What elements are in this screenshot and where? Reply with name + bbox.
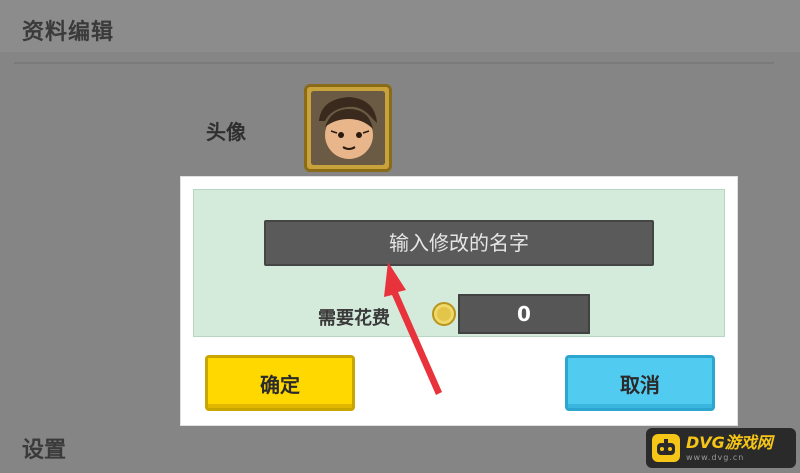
page-title: 资料编辑 [22, 20, 115, 45]
cancel-button[interactable]: 取消 [565, 355, 715, 411]
avatar-button[interactable] [304, 84, 392, 172]
cost-value: 0 [458, 294, 590, 334]
watermark-logo: DVG游戏网 www.dvg.cn [646, 428, 796, 468]
cost-label: 需要花费 [318, 308, 390, 329]
gamepad-icon [652, 434, 680, 462]
page-header: 资料编辑 [0, 0, 800, 52]
settings-section-title: 设置 [22, 438, 67, 463]
confirm-button[interactable]: 确定 [205, 355, 355, 411]
watermark-title: DVG游戏网 [686, 432, 773, 452]
watermark-url: www.dvg.cn [686, 452, 745, 462]
rename-panel: 需要花费 0 [193, 189, 725, 337]
rename-dialog: 需要花费 0 确定 取消 [180, 176, 738, 426]
avatar-image [311, 91, 385, 165]
avatar-label: 头像 [206, 120, 246, 144]
avatar-portrait-icon [311, 91, 385, 165]
name-input[interactable] [264, 220, 654, 266]
header-divider [14, 62, 774, 64]
coin-icon [432, 302, 456, 326]
